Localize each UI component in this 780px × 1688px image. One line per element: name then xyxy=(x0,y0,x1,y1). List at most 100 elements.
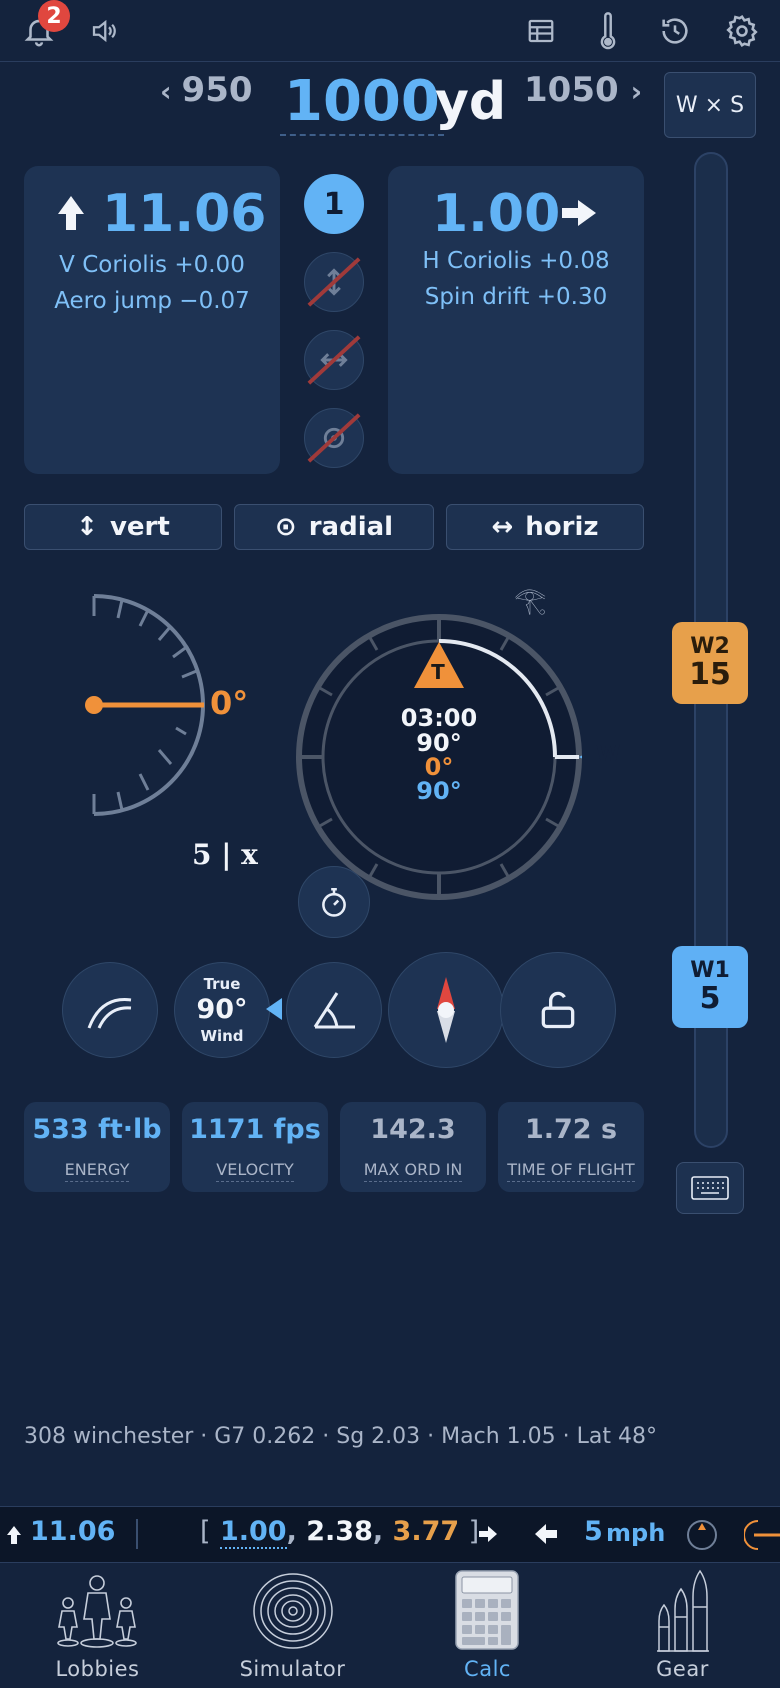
unlock-icon xyxy=(541,991,575,1029)
range-previous-value: 950 xyxy=(181,70,253,110)
status-wind-speed: 5 xyxy=(584,1516,603,1547)
velocity-stat: 1171 fps VELOCITY xyxy=(182,1102,328,1192)
compass-needle-icon xyxy=(437,977,455,1043)
max-ord-label-wrap: MAX ORD IN xyxy=(340,1160,486,1182)
chevron-right-icon: › xyxy=(630,75,643,108)
disabled-radial-toggle[interactable] xyxy=(304,408,364,468)
vertical-arrows-icon: ↕ xyxy=(76,512,98,542)
nav-calc-label: Calc xyxy=(464,1657,511,1681)
table-button[interactable] xyxy=(520,10,562,52)
settings-button[interactable] xyxy=(720,10,764,52)
disabled-vertical-toggle[interactable] xyxy=(304,252,364,312)
w1-wind-tag[interactable]: W1 5 xyxy=(672,946,748,1028)
environment-button[interactable] xyxy=(588,10,628,52)
speaker-icon xyxy=(92,19,116,43)
status-windage-3: 3.77 xyxy=(392,1516,460,1547)
nav-simulator-label: Simulator xyxy=(239,1657,346,1681)
true-wind-value: 90° xyxy=(196,994,248,1025)
status-windage-1: 1.00 xyxy=(219,1516,287,1549)
trajectory-button[interactable] xyxy=(62,962,158,1058)
disabled-horizontal-toggle[interactable] xyxy=(304,330,364,390)
range-current-value[interactable]: 1000 xyxy=(280,70,444,136)
keyboard-button[interactable] xyxy=(676,1162,744,1214)
velocity-label: VELOCITY xyxy=(216,1160,294,1182)
nav-gear-label: Gear xyxy=(656,1657,709,1681)
keyboard-icon xyxy=(691,1176,729,1200)
radial-label: radial xyxy=(308,512,394,542)
energy-label: ENERGY xyxy=(64,1160,130,1182)
play-indicator-icon xyxy=(266,998,282,1020)
incline-pivot xyxy=(85,696,103,714)
clock-time: 03:00 xyxy=(400,704,478,732)
sep-2: , xyxy=(372,1516,384,1547)
wind-by-speed-button[interactable]: W × S xyxy=(664,72,756,138)
mini-incline-icon xyxy=(744,1520,780,1550)
azimuth-angle: 90° xyxy=(416,777,462,805)
mini-compass-icon xyxy=(687,1520,717,1550)
ratio-label: 5 | x xyxy=(192,838,258,871)
true-wind-top: True xyxy=(203,975,241,993)
vert-mode-button[interactable]: ↕ vert xyxy=(24,504,222,550)
preset-badge[interactable]: 1 xyxy=(304,174,364,234)
max-ord-stat: 142.3 MAX ORD IN xyxy=(340,1102,486,1192)
history-button[interactable] xyxy=(654,10,696,52)
time-of-flight-value: 1.72 s xyxy=(524,1114,618,1145)
nav-gear[interactable]: Gear xyxy=(585,1563,780,1688)
radial-target-icon: ⊙ xyxy=(274,512,297,542)
thermometer-icon xyxy=(600,12,616,50)
time-of-flight-stat: 1.72 s TIME OF FLIGHT xyxy=(498,1102,644,1192)
timer-button[interactable] xyxy=(298,866,370,938)
range-next-button[interactable]: 1050 › xyxy=(524,70,642,110)
vert-label: vert xyxy=(109,512,170,542)
true-wind-button[interactable]: True 90° Wind xyxy=(174,962,270,1058)
small-status-glyph: 𓂀 xyxy=(514,586,547,616)
w2-label: W2 xyxy=(690,634,730,659)
sound-button[interactable] xyxy=(82,10,126,52)
arrow-up-small-icon xyxy=(7,1526,21,1544)
max-ord-value: 142.3 xyxy=(370,1114,456,1145)
spin-drift: Spin drift +0.30 xyxy=(424,284,608,310)
bottom-navigation: Lobbies Simulator Calc Gear xyxy=(0,1562,780,1688)
nav-lobbies[interactable]: Lobbies xyxy=(0,1563,195,1688)
ballistics-summary: 308 winchester · G7 0.262 · Sg 2.03 · Ma… xyxy=(24,1424,657,1449)
incline-value: 0° xyxy=(210,684,249,722)
nav-simulator[interactable]: Simulator xyxy=(195,1563,390,1688)
incline-gauge[interactable] xyxy=(80,590,230,820)
lobbies-icon xyxy=(57,1575,137,1648)
velocity-label-wrap: VELOCITY xyxy=(182,1160,328,1182)
w2-wind-tag[interactable]: W2 15 xyxy=(672,622,748,704)
arrow-right-icon xyxy=(562,200,596,226)
status-divider xyxy=(136,1519,138,1549)
range-previous-button[interactable]: ‹ 950 xyxy=(160,70,253,110)
trajectory-icon xyxy=(87,998,132,1029)
top-bar: 2 xyxy=(0,0,780,62)
horiz-label: horiz xyxy=(525,512,599,542)
windage-bracket-group[interactable]: [ 1.00, 2.38, 3.77 ] xyxy=(200,1516,479,1549)
gear-icon xyxy=(726,15,758,47)
nav-calc[interactable]: Calc xyxy=(390,1563,585,1688)
arrow-right-small-icon xyxy=(479,1526,497,1542)
time-of-flight-label: TIME OF FLIGHT xyxy=(507,1160,635,1182)
v-coriolis: V Coriolis +0.00 xyxy=(59,252,245,278)
horizontal-value: 1.00 xyxy=(432,184,561,244)
energy-label-wrap: ENERGY xyxy=(24,1160,170,1182)
notification-badge: 2 xyxy=(38,0,70,32)
vertical-value: 11.06 xyxy=(102,184,267,244)
horizontal-correction-card: 1.00 H Coriolis +0.08 Spin drift +0.30 xyxy=(388,166,644,474)
history-icon xyxy=(662,18,688,44)
velocity-value: 1171 fps xyxy=(189,1114,321,1145)
range-next-value: 1050 xyxy=(524,70,619,110)
radial-mode-button[interactable]: ⊙ radial xyxy=(234,504,434,550)
energy-stat: 533 ft·lb ENERGY xyxy=(24,1102,170,1192)
vertical-correction-card: 11.06 V Coriolis +0.00 Aero jump −0.07 xyxy=(24,166,280,474)
status-bar: 11.06 [ 1.00, 2.38, 3.77 ] 5 mph xyxy=(0,1506,780,1562)
vertical-arrows-disabled-icon xyxy=(307,257,361,307)
angle-button[interactable] xyxy=(286,962,382,1058)
lock-button[interactable] xyxy=(500,952,616,1068)
compass-button[interactable] xyxy=(388,952,504,1068)
horiz-mode-button[interactable]: ↔ horiz xyxy=(446,504,644,550)
target-disabled-icon xyxy=(307,413,361,463)
w1-label: W1 xyxy=(690,958,730,983)
ammunition-icon xyxy=(657,1569,709,1652)
max-ord-label: MAX ORD IN xyxy=(363,1160,463,1182)
